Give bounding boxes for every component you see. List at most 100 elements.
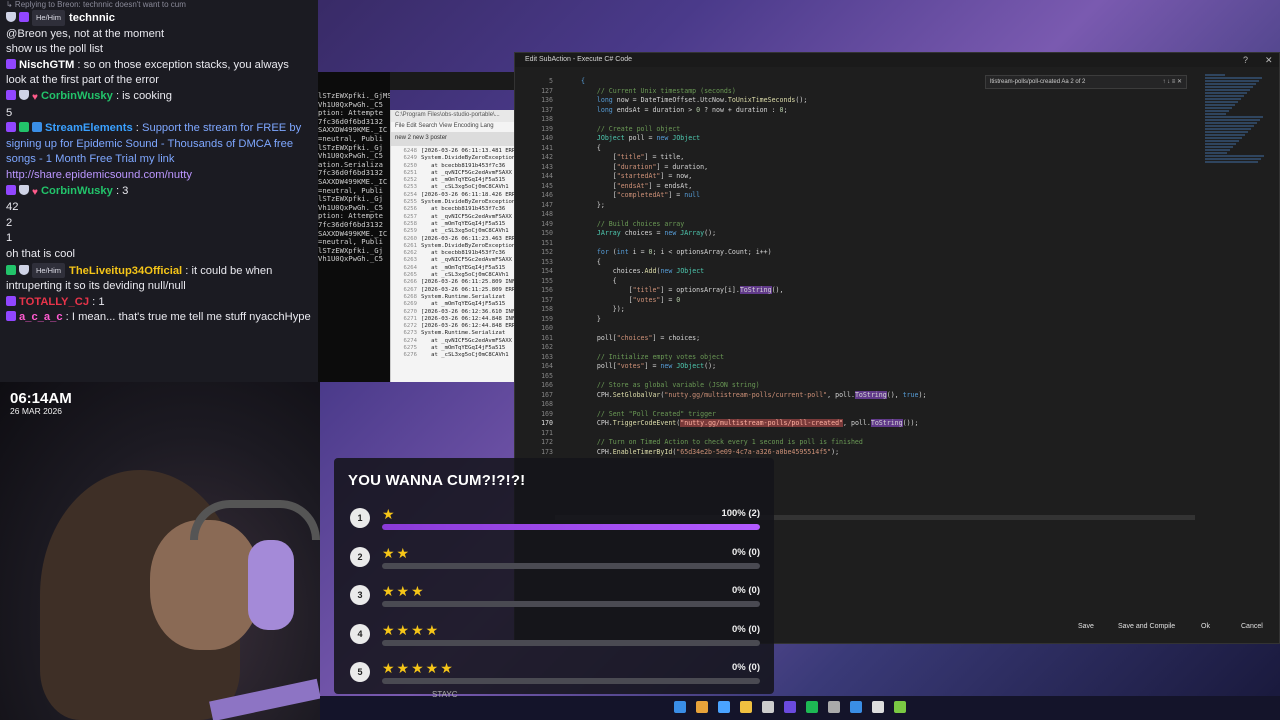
code-line: 172 // Turn on Timed Action to check eve…: [523, 438, 1203, 448]
option-percent: 0% (0): [732, 546, 760, 558]
chat-username[interactable]: NischGTM: [19, 59, 74, 71]
line-number: 6251: [403, 169, 417, 176]
log-notepad-window: C:\Program Files\obs-studio-portable\...…: [390, 110, 516, 382]
log-line: 6254 [2026-03-26 06:11:18.426 ERR: [391, 192, 516, 199]
purple-badge-icon: [6, 89, 16, 100]
notepad-icon[interactable]: [894, 701, 906, 713]
log-line: 6253 at _cSL3xg5oCj0mC8CAVh1: [391, 184, 516, 191]
chat-text: 2: [6, 216, 13, 229]
log-line: 6259 at _cSL3xg5oCj0mC8CAVh1: [391, 228, 516, 235]
save-compile-button[interactable]: Save and Compile: [1118, 623, 1175, 630]
poll-option: 5 ★★★★★ 0% (0): [348, 660, 760, 694]
code-line-number: 142: [541, 153, 553, 161]
editor-buttons: Save Save and Compile Ok Cancel: [1075, 623, 1275, 637]
chat-message: ♥ CorbinWusky : is cooking: [6, 89, 312, 106]
help-icon[interactable]: ?: [1243, 53, 1248, 67]
code-text: poll["votes"] = new JObject();: [581, 362, 717, 370]
code-line: 141 {: [523, 144, 1203, 154]
log-line: 6264 at _mOmTqYEGqI4jF5a515: [391, 265, 516, 272]
code-line-number: 136: [541, 96, 553, 104]
code-line: 157 ["votes"] = 0: [523, 296, 1203, 306]
app-icon[interactable]: [828, 701, 840, 713]
minimap-line: [1205, 131, 1248, 133]
chat-text: 5: [6, 106, 13, 119]
code-text: long endsAt = duration > 0 ? now + durat…: [596, 105, 788, 114]
code-line-number: 164: [541, 362, 553, 370]
notepad-menu[interactable]: File Edit Search View Encoding Lang: [391, 122, 516, 132]
minimap-line: [1205, 119, 1260, 121]
code-line: 156 ["title"] = optionsArray[i].ToString…: [523, 286, 1203, 296]
code-line-number: 170: [541, 419, 553, 427]
poll-overlay: YOU WANNA CUM?!?!?! 1 ★ 100% (2) 2 ★★ 0% (0) 3…: [334, 458, 774, 694]
code-line: 168: [523, 400, 1203, 410]
option-percent: 0% (0): [732, 662, 760, 674]
spotify-icon[interactable]: [806, 701, 818, 713]
chat-username[interactable]: a_c_a_c: [19, 311, 63, 323]
code-text: ["completedAt"] = null: [581, 191, 701, 199]
minimap-line: [1205, 143, 1236, 145]
browser-icon[interactable]: [718, 701, 730, 713]
code-line: 152 for (int i = 0; i < optionsArray.Cou…: [523, 248, 1203, 258]
code-line: 155 {: [523, 277, 1203, 287]
close-icon[interactable]: ✕: [1265, 53, 1273, 67]
chat-username[interactable]: TOTALLY_CJ: [19, 296, 89, 308]
log-line: 6269 at _mOmTqYEGqI4jF5a515: [391, 301, 516, 308]
purple-badge-icon: [6, 184, 16, 195]
log-line: 6249 System.DivideByZeroException:: [391, 155, 516, 162]
line-number: 6255: [403, 199, 417, 206]
option-number: 5: [350, 662, 370, 683]
chat-username[interactable]: CorbinWusky: [41, 185, 113, 197]
code-text: JObject poll = new JObject: [596, 134, 701, 142]
chrome-icon[interactable]: [696, 701, 708, 713]
code-line-number: 154: [541, 267, 553, 275]
minimap-line: [1205, 92, 1247, 94]
vscode-icon[interactable]: [850, 701, 862, 713]
minimap[interactable]: [1205, 73, 1267, 183]
code-line: 165: [523, 372, 1203, 382]
code-line: 154 choices.Add(new JObject: [523, 267, 1203, 277]
chat-text: oh that is cool: [6, 247, 76, 260]
line-number: 6260: [403, 235, 417, 242]
shield-badge-icon: [6, 12, 16, 22]
chat-username[interactable]: TheLiveitup34Official: [69, 265, 182, 277]
cancel-button[interactable]: Cancel: [1241, 623, 1263, 630]
explorer-icon[interactable]: [740, 701, 752, 713]
minimap-line: [1205, 113, 1226, 115]
code-text: long now = DateTimeOffset.UtcNow.ToUnixT…: [596, 96, 808, 104]
code-line-number: 127: [541, 86, 553, 95]
option-progress-track: [382, 562, 760, 569]
code-area[interactable]: 5{127 // Current Unix timestamp (seconds…: [523, 77, 1203, 487]
log-line: 6257 at _qvNICF5Gc2edAvmFSAXX: [391, 214, 516, 221]
code-line-number: 168: [541, 400, 553, 408]
log-line: 6262 at bcecbb8191b453f7c36: [391, 250, 516, 257]
chat-username[interactable]: StreamElements: [45, 122, 133, 134]
code-line: 166 // Store as global variable (JSON st…: [523, 381, 1203, 391]
chat-message: show us the poll list: [6, 42, 312, 58]
chat-username[interactable]: technnic: [69, 12, 115, 24]
log-line: 6265 at _cSL3xg5oCj0mC8CAVh1: [391, 272, 516, 279]
code-line-number: 167: [541, 390, 553, 399]
chat-username[interactable]: CorbinWusky: [41, 90, 113, 102]
code-text: });: [581, 305, 625, 313]
notepad-tabs[interactable]: new 2 new 3 poster: [391, 132, 516, 146]
shield-badge-icon: [19, 89, 29, 100]
chat-link[interactable]: http://share.epidemicsound.com/nutty: [6, 169, 192, 181]
terminal-icon[interactable]: [872, 701, 884, 713]
chat-message: 5: [6, 106, 312, 122]
ok-button[interactable]: Ok: [1201, 623, 1210, 630]
obs-icon[interactable]: [762, 701, 774, 713]
code-line: 150 JArray choices = new JArray();: [523, 229, 1203, 239]
start-icon[interactable]: [674, 701, 686, 713]
chat-text: 3: [122, 184, 129, 197]
save-button[interactable]: Save: [1078, 623, 1094, 630]
option-number: 2: [350, 546, 370, 567]
log-line: 6268 System.Runtime.Serializat: [391, 294, 516, 301]
option-percent: 0% (0): [732, 623, 760, 635]
code-line: 146 ["completedAt"] = null: [523, 191, 1203, 201]
chat-text: @Breon yes, not at the moment: [6, 27, 165, 40]
option-stars: ★: [382, 506, 397, 522]
streamerbot-icon[interactable]: [784, 701, 796, 713]
log-line: 6276 at _cSL3xg5oCj0mC8CAVh1: [391, 352, 516, 359]
code-line-number: 139: [541, 124, 553, 133]
code-line: 144 ["startedAt"] = now,: [523, 172, 1203, 182]
